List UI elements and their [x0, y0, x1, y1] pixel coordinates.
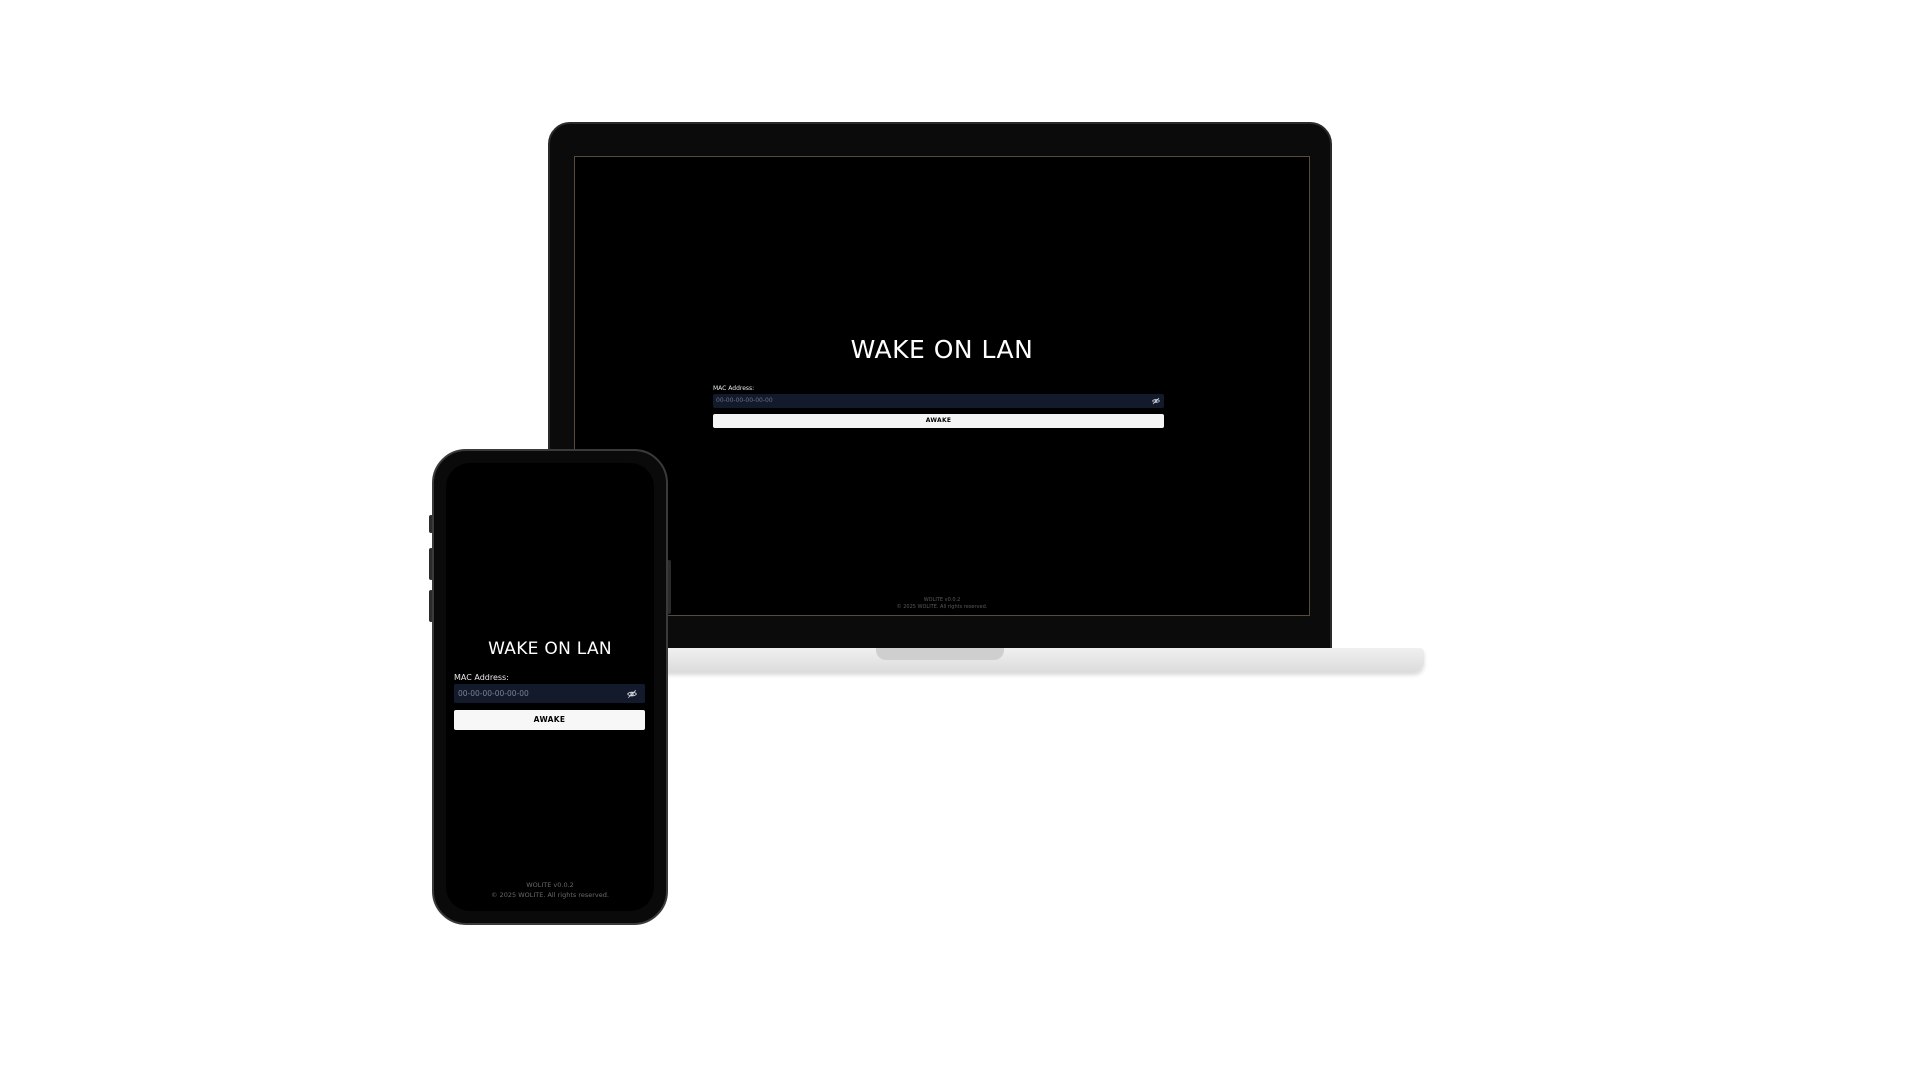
mac-address-label: MAC Address:: [454, 673, 509, 682]
footer: WOLITE v0.0.2 © 2025 WOLITE. All rights …: [446, 880, 654, 900]
wol-app-mobile: WAKE ON LAN MAC Address: 00-00-00-00-00-…: [446, 463, 654, 911]
laptop-screen: WAKE ON LAN MAC Address: 00-00-00-00-00-…: [574, 156, 1310, 616]
mac-address-placeholder: 00-00-00-00-00-00: [458, 689, 529, 698]
mac-address-input[interactable]: 00-00-00-00-00-00: [454, 684, 645, 703]
copyright-text: © 2025 WOLITE. All rights reserved.: [491, 891, 609, 899]
mac-address-label: MAC Address:: [713, 385, 755, 392]
mac-address-input[interactable]: 00-00-00-00-00-00: [713, 394, 1164, 408]
page-title: WAKE ON LAN: [488, 639, 612, 659]
phone-screen: WAKE ON LAN MAC Address: 00-00-00-00-00-…: [446, 463, 654, 911]
eye-off-icon[interactable]: [627, 689, 637, 699]
laptop-trackpad-notch: [876, 648, 1004, 660]
footer: WOLITE v0.0.2 © 2025 WOLITE. All rights …: [575, 597, 1309, 611]
wol-app-desktop: WAKE ON LAN MAC Address: 00-00-00-00-00-…: [575, 157, 1309, 615]
page-title: WAKE ON LAN: [850, 335, 1034, 364]
eye-off-icon[interactable]: [1152, 397, 1160, 405]
mac-address-placeholder: 00-00-00-00-00-00: [716, 397, 773, 404]
awake-button[interactable]: AWAKE: [713, 414, 1164, 428]
phone-frame: WAKE ON LAN MAC Address: 00-00-00-00-00-…: [432, 449, 668, 925]
version-text: WOLITE v0.0.2: [526, 881, 574, 889]
version-text: WOLITE v0.0.2: [923, 597, 961, 603]
copyright-text: © 2025 WOLITE. All rights reserved.: [896, 604, 988, 610]
device-mockup-stage: WAKE ON LAN MAC Address: 00-00-00-00-00-…: [0, 0, 1920, 1080]
awake-button[interactable]: AWAKE: [454, 710, 645, 730]
